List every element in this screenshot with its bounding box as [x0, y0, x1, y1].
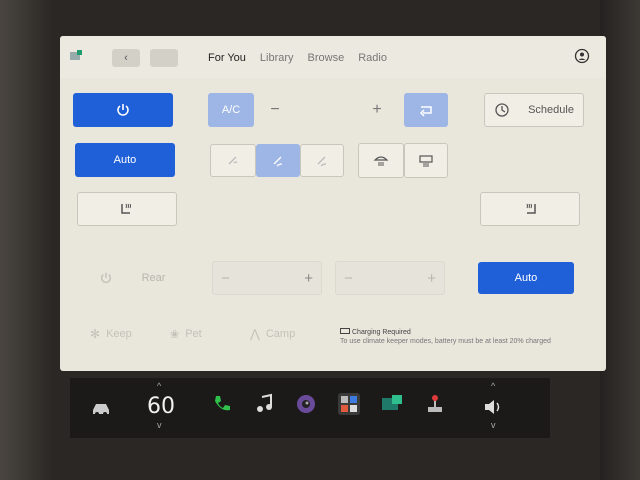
airflow-both-icon — [317, 156, 327, 166]
power-icon — [117, 104, 129, 116]
battery-icon — [340, 328, 350, 334]
fan-icon: ✻ — [90, 327, 101, 341]
fan-minus-button[interactable]: − — [264, 96, 286, 124]
back-button[interactable]: ‹ — [112, 49, 140, 67]
pet-label: Pet — [185, 328, 202, 340]
rear-fan-control[interactable]: − + — [335, 261, 445, 295]
keep-mode-button[interactable]: ✻ Keep — [90, 320, 160, 348]
passenger-seat-heat-button[interactable] — [480, 192, 580, 226]
car-icon[interactable] — [90, 400, 112, 418]
bezel-right — [600, 0, 640, 480]
front-defrost-icon — [373, 155, 389, 166]
tab-radio[interactable]: Radio — [358, 52, 387, 64]
toybox-icon[interactable] — [381, 393, 403, 415]
front-defrost-button[interactable] — [358, 143, 404, 178]
tab-library[interactable]: Library — [260, 52, 294, 64]
tab-for-you[interactable]: For You — [208, 52, 246, 64]
recirculate-icon — [419, 106, 432, 117]
tab-browse[interactable]: Browse — [308, 52, 345, 64]
camp-mode-button[interactable]: ⋀ Camp — [250, 320, 322, 348]
media-app-icon[interactable] — [68, 48, 84, 64]
pet-mode-button[interactable]: ❀ Pet — [170, 320, 240, 348]
rear-temp-plus[interactable]: + — [304, 270, 313, 287]
schedule-button[interactable]: Schedule — [484, 93, 584, 127]
recirculate-button[interactable] — [404, 93, 448, 127]
volume-down-chevron[interactable]: v — [491, 420, 496, 430]
tent-icon: ⋀ — [250, 327, 260, 341]
media-tabs: For You Library Browse Radio — [208, 52, 387, 64]
driver-seat-heat-button[interactable] — [77, 192, 177, 226]
airflow-face-button[interactable] — [210, 144, 256, 177]
rear-power-button[interactable]: Rear — [84, 264, 180, 292]
charging-required-title: Charging Required — [340, 328, 411, 336]
clock-icon — [495, 103, 509, 117]
driver-temperature: 60 — [147, 394, 175, 419]
volume-icon[interactable] — [482, 396, 504, 418]
seat-heater-left-icon — [121, 203, 131, 214]
profile-icon[interactable] — [574, 48, 590, 64]
camera-app-icon[interactable] — [295, 393, 317, 415]
airflow-face-icon — [228, 156, 238, 164]
paw-icon: ❀ — [170, 328, 180, 341]
rear-power-icon — [100, 272, 111, 283]
airflow-feet-button[interactable] — [256, 144, 300, 177]
phone-icon[interactable] — [211, 393, 233, 415]
rear-defrost-button[interactable] — [404, 143, 448, 178]
app-launcher-icon[interactable] — [338, 393, 360, 415]
keep-label: Keep — [106, 328, 132, 340]
rear-defrost-icon — [419, 154, 433, 167]
ac-button[interactable]: A/C — [208, 93, 254, 127]
airflow-both-button[interactable] — [300, 144, 344, 177]
power-button[interactable] — [73, 93, 173, 127]
schedule-label: Schedule — [528, 104, 574, 116]
seat-heater-right-icon — [526, 203, 536, 214]
rear-temp-minus[interactable]: − — [221, 270, 230, 287]
auto-button[interactable]: Auto — [75, 143, 175, 177]
rear-fan-plus[interactable]: + — [427, 270, 436, 287]
rear-temp-control[interactable]: − + — [212, 261, 322, 295]
temp-down-chevron[interactable]: v — [157, 420, 162, 430]
music-icon[interactable] — [254, 393, 276, 415]
bezel-left — [0, 0, 52, 480]
charging-title-text: Charging Required — [352, 329, 411, 336]
airflow-feet-icon — [273, 156, 283, 166]
charging-required-desc: To use climate keeper modes, battery mus… — [340, 338, 551, 345]
fan-plus-button[interactable]: + — [366, 96, 388, 124]
forward-button[interactable] — [150, 49, 178, 67]
rear-auto-button[interactable]: Auto — [478, 262, 574, 294]
volume-up-chevron[interactable]: ^ — [491, 381, 495, 391]
temp-up-chevron[interactable]: ^ — [157, 381, 161, 391]
camp-label: Camp — [265, 328, 296, 340]
rear-label: Rear — [141, 272, 166, 284]
rear-fan-minus[interactable]: − — [344, 270, 353, 287]
climate-screen: ‹ For You Library Browse Radio A/C − + S… — [60, 36, 606, 371]
joystick-icon[interactable] — [424, 393, 446, 415]
media-top-bar: ‹ For You Library Browse Radio — [60, 36, 606, 78]
